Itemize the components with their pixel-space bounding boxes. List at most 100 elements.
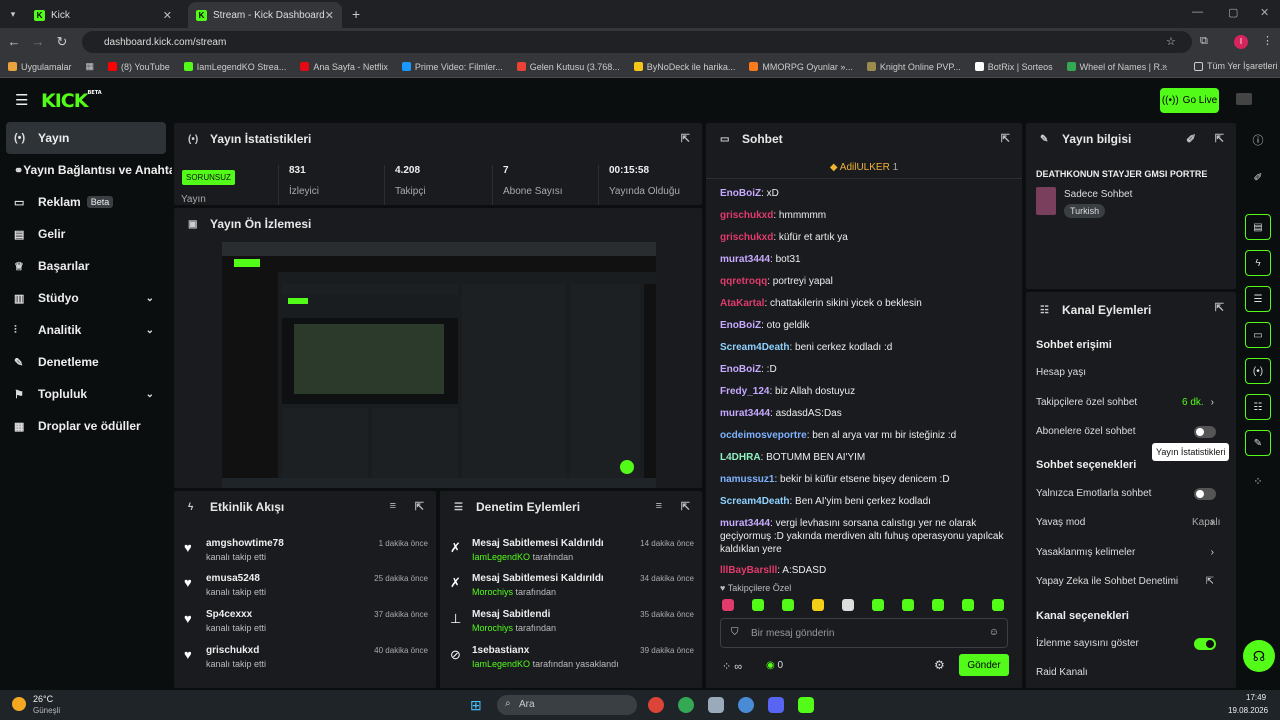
support-chat-icon[interactable]: ☊ (1243, 640, 1275, 672)
taskbar-search[interactable]: ⌕ Ara (497, 695, 637, 715)
emote-icon[interactable] (812, 599, 824, 611)
bookmark-wheel[interactable]: Wheel of Names | R... (1066, 62, 1168, 72)
edit-icon[interactable]: ✐ (1245, 164, 1271, 190)
bookmark-prime[interactable]: Prime Video: Filmler... (401, 62, 503, 72)
weather-icon[interactable] (12, 697, 26, 711)
filter-icon[interactable]: ≡ (390, 500, 396, 512)
tab-kick[interactable]: K Kick ✕ (26, 2, 180, 28)
reload-icon[interactable]: ↻ (52, 34, 72, 50)
sidebar-item-moderation[interactable]: ✎ Denetleme (0, 346, 172, 378)
windows-start-icon[interactable]: ⊞ (470, 697, 482, 714)
close-icon[interactable]: ✕ (163, 9, 172, 22)
chat-username[interactable]: murat3444 (720, 518, 770, 529)
chat-username[interactable]: EnoBoiZ (720, 188, 761, 199)
chat-input[interactable]: ⛉ Bir mesaj gönderin ☺ (720, 618, 1008, 648)
wrench-icon[interactable]: ✎ (1245, 430, 1271, 456)
actions-icon[interactable]: ☷ (1245, 394, 1271, 420)
chat-username[interactable]: L4DHRA (720, 452, 761, 463)
emote-icon[interactable] (782, 599, 794, 611)
bolt-icon[interactable]: ϟ (1245, 250, 1271, 276)
all-bookmarks[interactable]: Tüm Yer İşaretleri (1194, 61, 1278, 71)
list-icon[interactable]: ☰ (1245, 286, 1271, 312)
chat-settings-icon[interactable]: ⚙ (934, 658, 945, 672)
emote-icon[interactable] (872, 599, 884, 611)
bookmark-youtube[interactable]: (8) YouTube (108, 62, 170, 72)
extensions-icon[interactable]: ⧉ (1200, 35, 1208, 48)
bookmark-mmorpg[interactable]: MMORPG Oyunlar »... (749, 62, 853, 72)
sidebar-item-drops[interactable]: ▦ Droplar ve ödüller (0, 410, 172, 442)
chrome-icon[interactable] (678, 697, 694, 713)
chrome-icon[interactable] (648, 697, 664, 713)
stream-preview-video[interactable] (222, 242, 656, 488)
bookmark-gmail[interactable]: Gelen Kutusu (3.768... (516, 62, 620, 72)
bookmark-bynodeck[interactable]: ByNoDeck ile harika... (633, 62, 735, 72)
maximize-icon[interactable]: ▢ (1228, 6, 1238, 19)
followers-chat-row[interactable]: Takipçilere özel sohbet 6 dk. › (1036, 397, 1224, 408)
widget-icon[interactable]: ▤ (1245, 214, 1271, 240)
sidebar-item-ads[interactable]: ▭ Reklam Beta (0, 186, 172, 218)
chat-username[interactable]: Fredy_124 (720, 386, 769, 397)
bookmark-apps[interactable]: Uygulamalar (8, 62, 72, 72)
subs-chat-toggle[interactable] (1194, 426, 1216, 438)
emote-icon[interactable] (722, 599, 734, 611)
tab-menu-icon[interactable]: ▾ (0, 9, 26, 20)
sidebar-item-stream[interactable]: (•) Yayın (6, 122, 166, 154)
bookmark-kick[interactable]: IamLegendKO Strea... (183, 62, 286, 72)
kick-app-icon[interactable] (798, 697, 814, 713)
popout-icon[interactable]: ⇱ (415, 500, 424, 513)
emote-icon[interactable] (752, 599, 764, 611)
emoji-icon[interactable]: ☺ (989, 627, 999, 638)
app-icon[interactable] (738, 697, 754, 713)
emote-icon[interactable] (902, 599, 914, 611)
chat-username[interactable]: ocdeimosveportre (720, 430, 807, 441)
sidebar-item-analytics[interactable]: ⫶ Analitik ⌄ (0, 314, 172, 346)
popout-icon[interactable]: ⇱ (1001, 132, 1010, 145)
raid-row[interactable]: Raid Kanalı (1036, 667, 1224, 678)
more-bookmarks-icon[interactable]: » (1162, 61, 1167, 71)
discord-icon[interactable] (768, 697, 784, 713)
sidebar-item-revenue[interactable]: ▤ Gelir (0, 218, 172, 250)
broadcast-icon[interactable]: (•) (1245, 358, 1271, 384)
go-live-button[interactable]: ((•)) Go Live (1160, 88, 1219, 113)
chat-username[interactable]: murat3444 (720, 254, 770, 265)
edit-icon[interactable]: ✐ (1186, 132, 1196, 146)
tab-dashboard[interactable]: K Stream - Kick Dashboard ✕ (188, 2, 342, 28)
app-icon[interactable] (708, 697, 724, 713)
close-icon[interactable]: ✕ (325, 9, 334, 22)
emote-icon[interactable] (842, 599, 854, 611)
bookmark-netflix[interactable]: Ana Sayfa - Netflix (300, 62, 388, 72)
sidebar-item-community[interactable]: ⚑ Topluluk ⌄ (0, 378, 172, 410)
forward-icon[interactable]: → (28, 34, 48, 49)
bookmark-star-icon[interactable]: ☆ (1166, 35, 1176, 48)
send-button[interactable]: Gönder (959, 654, 1009, 676)
chat-username[interactable]: murat3444 (720, 408, 770, 419)
bookmark-grid-icon[interactable]: ▦ (86, 61, 95, 72)
new-tab-icon[interactable]: + (352, 6, 360, 22)
chat-username[interactable]: grischukxd (720, 232, 773, 243)
ai-moderation-row[interactable]: Yapay Zeka ile Sohbet Denetimi ⇱ (1036, 576, 1224, 587)
window-close-icon[interactable]: ✕ (1260, 6, 1269, 19)
popout-icon[interactable]: ⇱ (1215, 132, 1224, 145)
browser-menu-icon[interactable]: ⋮ (1262, 34, 1273, 47)
community-icon[interactable]: ⁘ (1245, 468, 1271, 494)
emote-icon[interactable] (962, 599, 974, 611)
chat-username[interactable]: AtaKartal (720, 298, 764, 309)
chat-username[interactable]: namussuz1 (720, 474, 774, 485)
chat-username[interactable]: lllBayBarslll (720, 565, 777, 576)
bookmark-knight[interactable]: Knight Online PVP... (866, 62, 961, 72)
sidebar-item-studio[interactable]: ▥ Stüdyo ⌄ (0, 282, 172, 314)
filter-icon[interactable]: ≡ (656, 500, 662, 512)
chat-username[interactable]: Scream4Death (720, 342, 789, 353)
sidebar-item-stream-key[interactable]: ⚭ Yayın Bağlantısı ve Anahtarı (0, 154, 172, 186)
popout-icon[interactable]: ⇱ (681, 500, 690, 513)
pinned-gifter[interactable]: ◆ AdilULKER 1 (706, 157, 1022, 179)
hamburger-menu-icon[interactable]: ☰ (15, 91, 28, 109)
chat-icon[interactable]: ▭ (1245, 322, 1271, 348)
kick-points[interactable]: ◉ 0 (766, 660, 783, 671)
popout-icon[interactable]: ⇱ (1215, 301, 1224, 314)
chat-username[interactable]: EnoBoiZ (720, 364, 761, 375)
chat-username[interactable]: qqretroqq (720, 276, 767, 287)
profile-avatar[interactable]: I (1234, 35, 1248, 49)
account-age-row[interactable]: Hesap yaşı (1036, 367, 1224, 378)
chat-username[interactable]: Scream4Death (720, 496, 789, 507)
